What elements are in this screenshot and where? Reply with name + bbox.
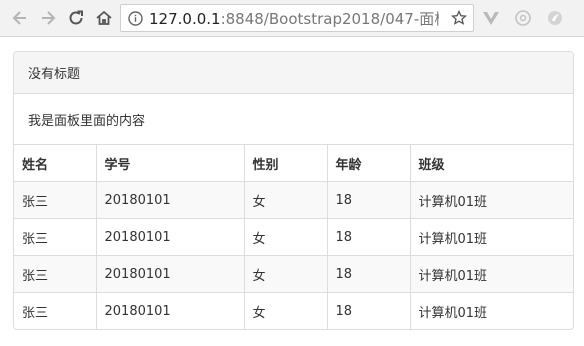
cell-student-id: 20180101: [96, 255, 245, 293]
reload-icon: [69, 10, 83, 25]
cell-student-id: 20180101: [96, 218, 245, 256]
extension-circle-icon[interactable]: [514, 9, 532, 27]
data-table: 姓名 学号 性别 年龄 班级 张三 20180101 女 18 计算机01班 张…: [14, 144, 573, 329]
cell-gender: 女: [244, 292, 328, 329]
cell-age: 18: [327, 292, 411, 329]
panel: 没有标题 我是面板里面的内容 姓名 学号 性别 年龄 班级 张三 2018010…: [13, 51, 574, 330]
cell-name: 张三: [14, 255, 97, 293]
cell-gender: 女: [244, 255, 328, 293]
cell-age: 18: [327, 218, 411, 256]
cell-name: 张三: [14, 218, 97, 256]
arrow-left-icon: [12, 11, 26, 25]
url-text[interactable]: 127.0.0.1:8848/Bootstrap2018/047-面板制...: [149, 10, 439, 28]
header-student-id: 学号: [96, 144, 245, 182]
cell-gender: 女: [244, 218, 328, 256]
browser-toolbar: 127.0.0.1:8848/Bootstrap2018/047-面板制...: [0, 0, 584, 37]
extension-leaf-icon[interactable]: [546, 9, 564, 27]
header-age: 年龄: [327, 144, 411, 182]
table-row: 张三 20180101 女 18 计算机01班: [14, 181, 573, 219]
cell-class: 计算机01班: [410, 218, 573, 256]
cell-gender: 女: [244, 181, 328, 219]
cell-student-id: 20180101: [96, 181, 245, 219]
back-button[interactable]: [8, 6, 32, 30]
panel-body: 我是面板里面的内容: [14, 94, 573, 144]
cell-student-id: 20180101: [96, 292, 245, 329]
url-path: :8848/Bootstrap2018/047-面板制...: [220, 10, 439, 28]
home-icon: [96, 10, 112, 25]
table-row: 张三 20180101 女 18 计算机01班: [14, 255, 573, 293]
reload-button[interactable]: [64, 6, 88, 30]
cell-name: 张三: [14, 292, 97, 329]
home-button[interactable]: [92, 6, 116, 30]
table-row: 张三 20180101 女 18 计算机01班: [14, 292, 573, 329]
info-icon[interactable]: [128, 11, 143, 30]
cell-class: 计算机01班: [410, 292, 573, 329]
cell-name: 张三: [14, 181, 97, 219]
cell-class: 计算机01班: [410, 255, 573, 293]
table-header-row: 姓名 学号 性别 年龄 班级: [14, 144, 573, 182]
panel-body-text: 我是面板里面的内容: [28, 113, 146, 129]
panel-heading: 没有标题: [14, 52, 573, 94]
cell-age: 18: [327, 255, 411, 293]
vue-devtools-extension-icon[interactable]: [482, 9, 500, 27]
arrow-right-icon: [42, 11, 56, 25]
bookmark-star-icon[interactable]: [450, 9, 468, 30]
address-bar[interactable]: 127.0.0.1:8848/Bootstrap2018/047-面板制...: [120, 4, 474, 32]
panel-title: 没有标题: [28, 67, 81, 82]
cell-class: 计算机01班: [410, 181, 573, 219]
table-row: 张三 20180101 女 18 计算机01班: [14, 218, 573, 256]
forward-button[interactable]: [36, 6, 60, 30]
header-gender: 性别: [244, 144, 328, 182]
header-name: 姓名: [14, 144, 97, 182]
header-class: 班级: [410, 144, 573, 182]
cell-age: 18: [327, 181, 411, 219]
url-host: 127.0.0.1: [149, 10, 221, 28]
